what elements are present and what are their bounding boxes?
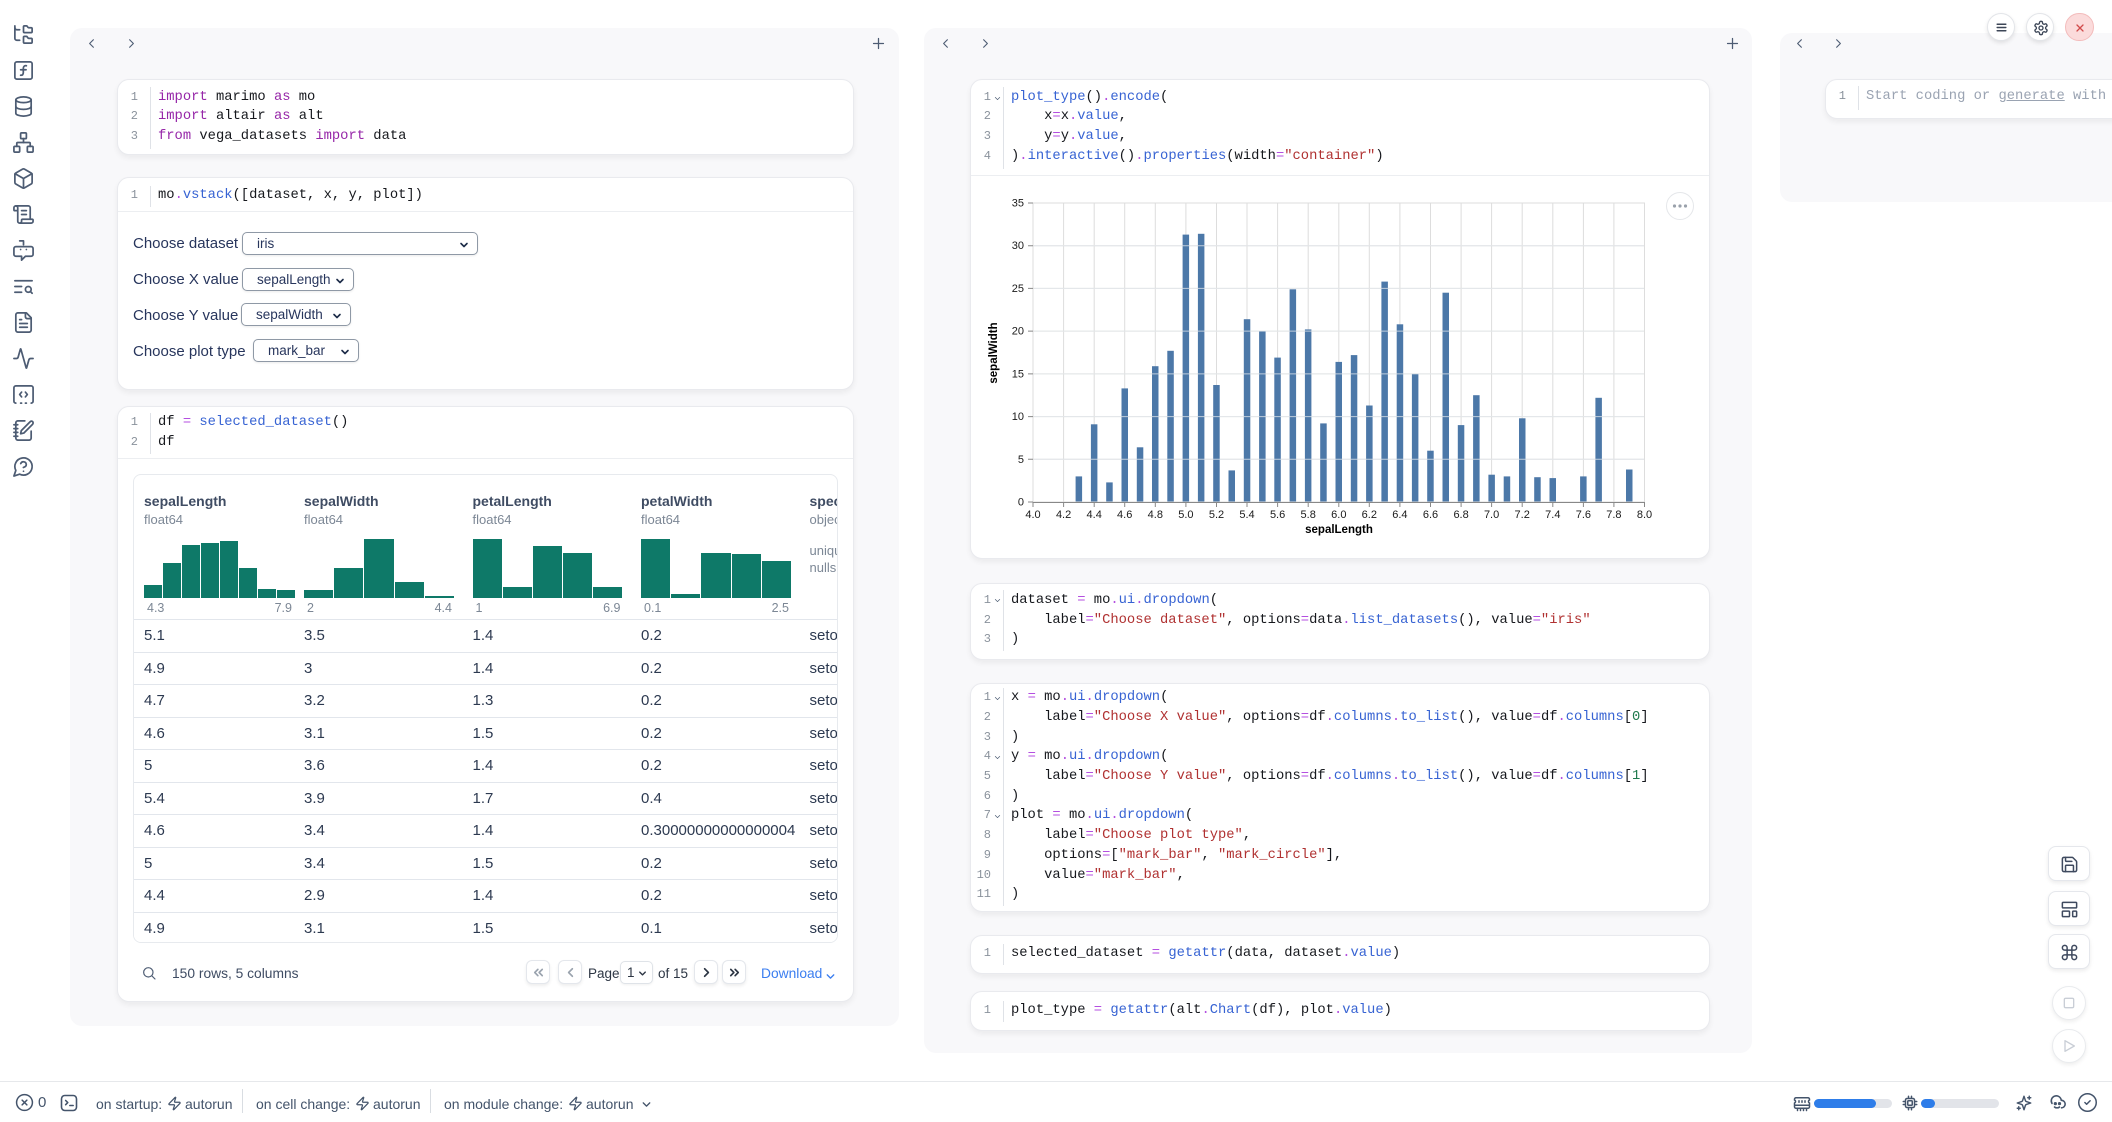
svg-text:7.8: 7.8 — [1606, 509, 1621, 521]
svg-text:6.4: 6.4 — [1392, 509, 1407, 521]
svg-text:4.2: 4.2 — [1056, 509, 1071, 521]
svg-text:0: 0 — [1018, 497, 1024, 509]
svg-text:7.0: 7.0 — [1484, 509, 1499, 521]
svg-text:35: 35 — [1012, 198, 1024, 210]
svg-text:5.2: 5.2 — [1209, 509, 1224, 521]
svg-text:7.6: 7.6 — [1576, 509, 1591, 521]
svg-text:20: 20 — [1012, 326, 1024, 338]
svg-text:sepalLength: sepalLength — [1305, 524, 1373, 536]
svg-text:15: 15 — [1012, 368, 1024, 380]
svg-text:30: 30 — [1012, 240, 1024, 252]
svg-text:5.0: 5.0 — [1178, 509, 1193, 521]
svg-text:4.0: 4.0 — [1025, 509, 1040, 521]
svg-text:sepalWidth: sepalWidth — [988, 322, 1000, 383]
svg-text:4.8: 4.8 — [1148, 509, 1163, 521]
svg-text:5.4: 5.4 — [1239, 509, 1254, 521]
svg-text:7.4: 7.4 — [1545, 509, 1560, 521]
svg-text:6.0: 6.0 — [1331, 509, 1346, 521]
svg-text:8.0: 8.0 — [1637, 509, 1652, 521]
svg-text:4.4: 4.4 — [1087, 509, 1102, 521]
svg-text:7.2: 7.2 — [1515, 509, 1530, 521]
svg-text:6.8: 6.8 — [1453, 509, 1468, 521]
svg-text:5.6: 5.6 — [1270, 509, 1285, 521]
svg-text:5: 5 — [1018, 454, 1024, 466]
svg-text:4.6: 4.6 — [1117, 509, 1132, 521]
svg-text:25: 25 — [1012, 283, 1024, 295]
svg-text:5.8: 5.8 — [1301, 509, 1316, 521]
svg-text:6.6: 6.6 — [1423, 509, 1438, 521]
svg-text:10: 10 — [1012, 411, 1024, 423]
svg-text:6.2: 6.2 — [1362, 509, 1377, 521]
